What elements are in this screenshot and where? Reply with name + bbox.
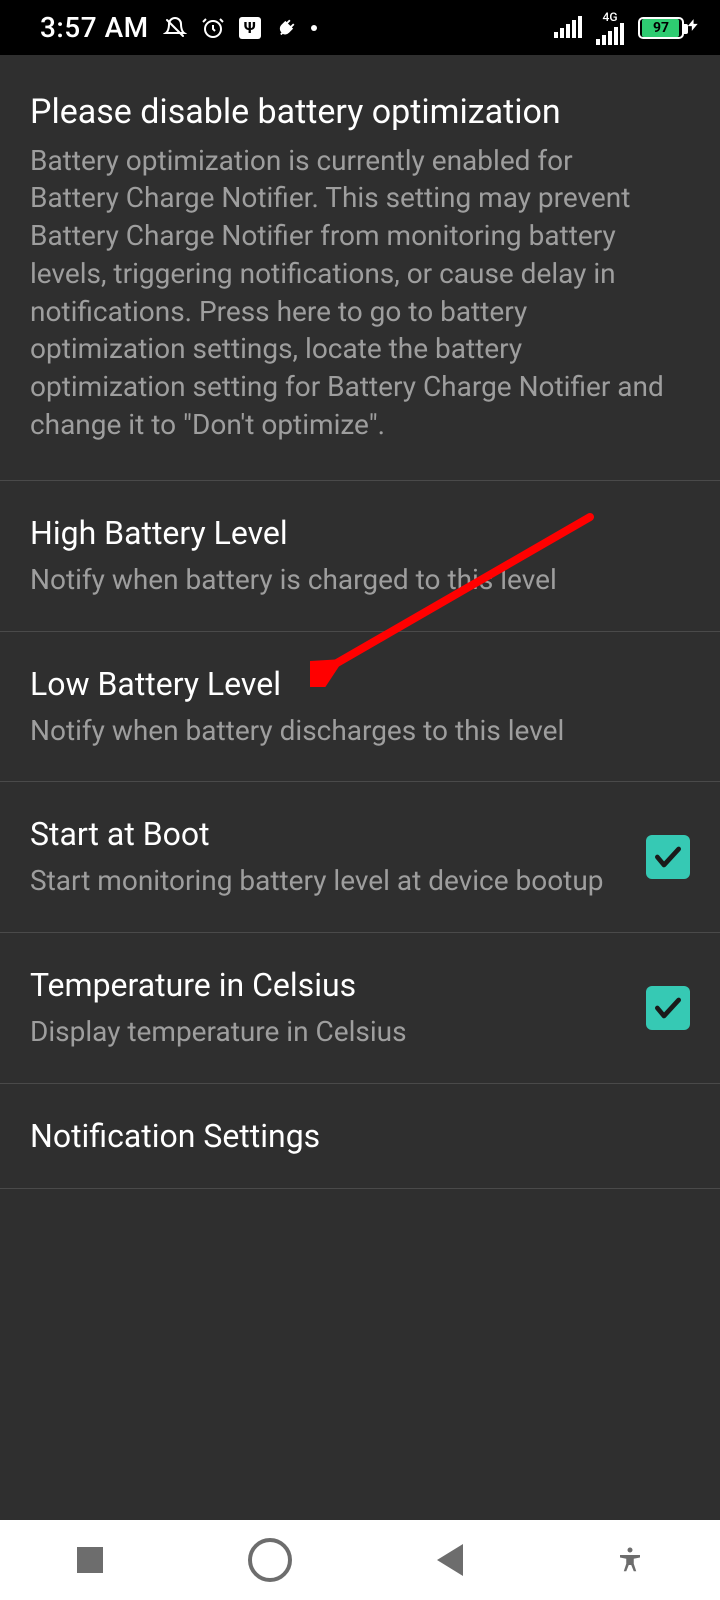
dnd-icon bbox=[163, 16, 187, 40]
item-high-battery[interactable]: High Battery Level Notify when battery i… bbox=[0, 481, 720, 632]
item-temperature-celsius[interactable]: Temperature in Celsius Display temperatu… bbox=[0, 933, 720, 1084]
battery-indicator: 97 bbox=[638, 14, 700, 42]
dot-icon bbox=[311, 25, 317, 31]
plug-icon bbox=[275, 17, 297, 39]
status-right: 4G 97 bbox=[554, 11, 700, 45]
item-subtitle: Notify when battery discharges to this l… bbox=[30, 712, 666, 750]
checkbox-start-at-boot[interactable] bbox=[646, 835, 690, 879]
item-subtitle: Start monitoring battery level at device… bbox=[30, 862, 622, 900]
usb-icon: Ψ bbox=[239, 17, 261, 39]
item-title: Temperature in Celsius bbox=[30, 965, 622, 1005]
nav-back-button[interactable] bbox=[390, 1530, 510, 1590]
item-title: Please disable battery optimization bbox=[30, 91, 666, 134]
item-subtitle: Display temperature in Celsius bbox=[30, 1013, 622, 1051]
nav-home-button[interactable] bbox=[210, 1530, 330, 1590]
item-subtitle: Battery optimization is currently enable… bbox=[30, 142, 666, 444]
item-title: Low Battery Level bbox=[30, 664, 666, 704]
status-left: 3:57 AM Ψ bbox=[40, 11, 317, 44]
nav-recent-button[interactable] bbox=[30, 1530, 150, 1590]
item-low-battery[interactable]: Low Battery Level Notify when battery di… bbox=[0, 632, 720, 783]
item-notification-settings[interactable]: Notification Settings bbox=[0, 1084, 720, 1189]
item-subtitle: Notify when battery is charged to this l… bbox=[30, 561, 666, 599]
settings-list: Please disable battery optimization Batt… bbox=[0, 55, 720, 1520]
signal-icon bbox=[554, 18, 582, 38]
alarm-icon bbox=[201, 16, 225, 40]
mobile-data-icon: 4G bbox=[596, 11, 624, 45]
item-disable-optimization[interactable]: Please disable battery optimization Batt… bbox=[0, 55, 720, 481]
item-start-at-boot[interactable]: Start at Boot Start monitoring battery l… bbox=[0, 782, 720, 933]
item-title: High Battery Level bbox=[30, 513, 666, 553]
item-title: Start at Boot bbox=[30, 814, 622, 854]
item-title: Notification Settings bbox=[30, 1116, 666, 1156]
checkbox-temperature-celsius[interactable] bbox=[646, 986, 690, 1030]
battery-percent: 97 bbox=[640, 19, 682, 37]
navigation-bar bbox=[0, 1520, 720, 1600]
status-bar: 3:57 AM Ψ 4G 97 bbox=[0, 0, 720, 55]
nav-accessibility-button[interactable] bbox=[570, 1530, 690, 1590]
clock: 3:57 AM bbox=[40, 11, 149, 44]
charging-icon bbox=[686, 14, 700, 42]
